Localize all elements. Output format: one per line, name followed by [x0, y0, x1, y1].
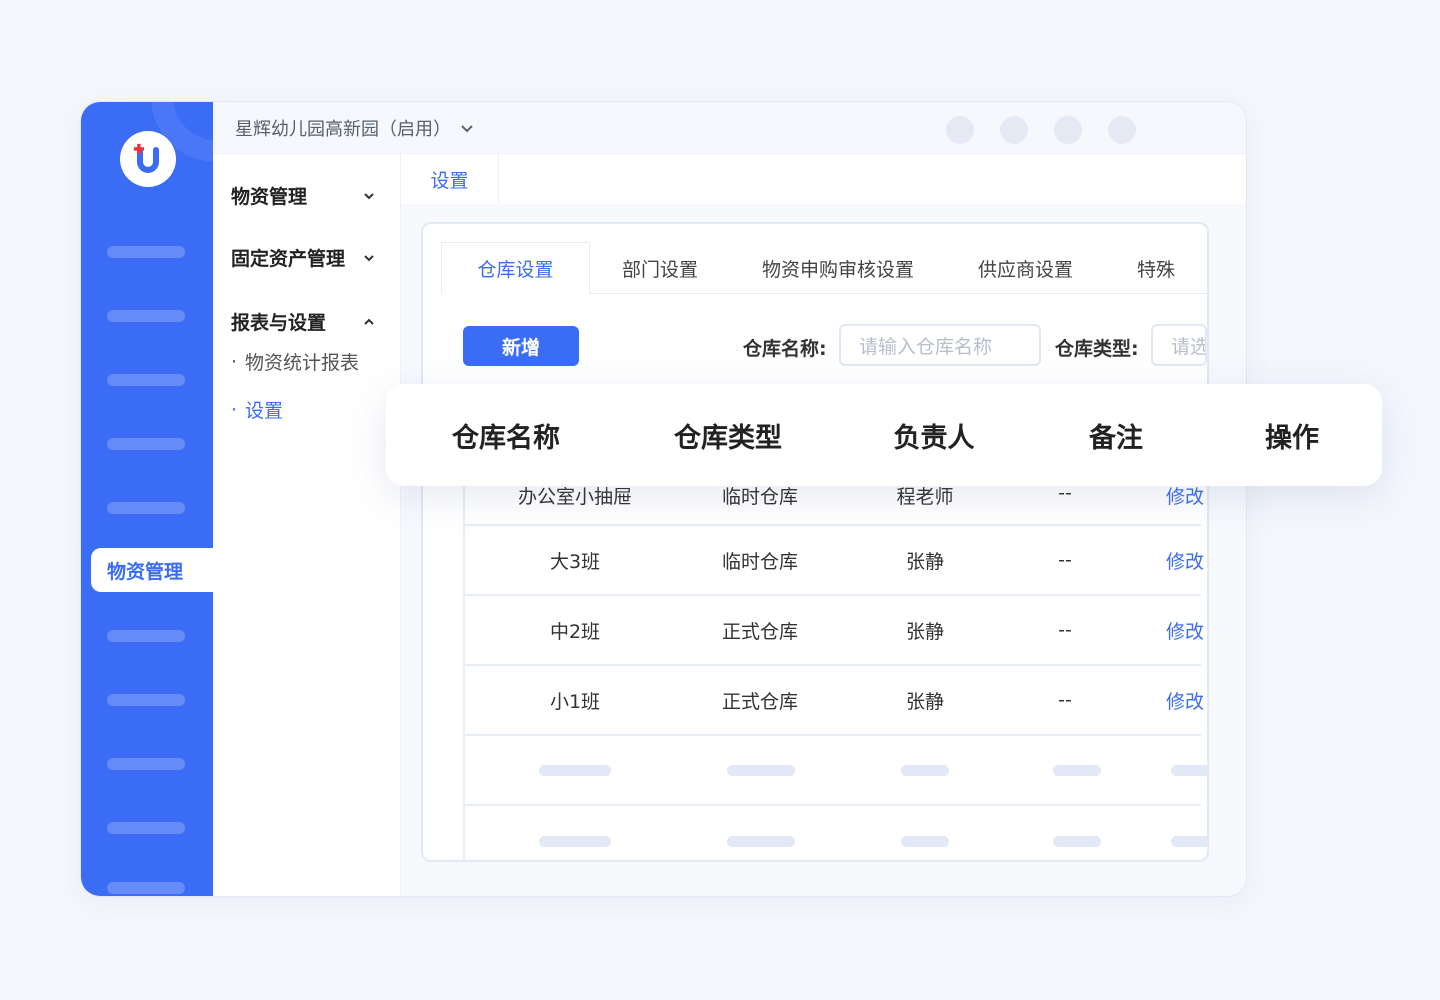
- rail-nav-placeholder[interactable]: [107, 438, 185, 450]
- tab-warehouse-settings[interactable]: 仓库设置: [441, 242, 590, 294]
- cell-owner: 张静: [905, 690, 944, 713]
- toolbar-icon[interactable]: [1108, 116, 1136, 144]
- cell-type: 正式仓库: [721, 620, 798, 643]
- toolbar-icon[interactable]: [1054, 116, 1082, 144]
- skeleton-cell: [723, 806, 799, 860]
- menu-item-settings[interactable]: · 设置: [231, 396, 283, 423]
- table-row-placeholder: [465, 736, 1207, 806]
- filter-name-label: 仓库名称:: [743, 338, 827, 360]
- brand-logo-icon[interactable]: [120, 131, 176, 187]
- tab-department-settings[interactable]: 部门设置: [590, 242, 730, 294]
- rail-item-materials[interactable]: 物资管理: [91, 548, 213, 592]
- rail-nav-placeholder[interactable]: [107, 694, 185, 706]
- table-row: 大3班 临时仓库 张静 -- 修改: [465, 526, 1204, 596]
- main-content: 设置 仓库设置 部门设置 物资申购审核设置 供应商设置 特殊 新增 仓库名称: …: [401, 154, 1246, 896]
- cell-type: 正式仓库: [721, 690, 798, 713]
- menu-group-reports-settings[interactable]: 报表与设置: [231, 308, 376, 335]
- school-name: 星辉幼儿园高新园（启用）: [235, 118, 451, 140]
- cell-note: --: [1058, 549, 1072, 571]
- settings-tabs: 仓库设置 部门设置 物资申购审核设置 供应商设置 特殊: [441, 242, 1207, 294]
- rail-nav-placeholder[interactable]: [107, 246, 185, 258]
- menu-group-materials[interactable]: 物资管理: [231, 182, 376, 209]
- cell-note: --: [1058, 619, 1072, 641]
- edit-link[interactable]: 修改: [1145, 666, 1207, 734]
- tab-special[interactable]: 特殊: [1105, 242, 1207, 294]
- column-header-note[interactable]: 备注: [1066, 384, 1166, 486]
- toolbar-icon[interactable]: [1000, 116, 1028, 144]
- cell-type: 临时仓库: [721, 550, 798, 573]
- rail-nav-placeholder[interactable]: [107, 374, 185, 386]
- rail-nav-placeholder[interactable]: [107, 758, 185, 770]
- menu-group-label: 报表与设置: [231, 312, 327, 334]
- warehouse-name-input[interactable]: 请输入仓库名称: [839, 324, 1041, 366]
- toolbar-icon[interactable]: [946, 116, 974, 144]
- rail-nav-placeholder[interactable]: [107, 822, 185, 834]
- cell-name: 小1班: [549, 690, 601, 713]
- breadcrumb-tab-settings[interactable]: 设置: [401, 154, 499, 204]
- cell-name: 大3班: [549, 550, 601, 573]
- menu-group-label: 物资管理: [231, 186, 308, 208]
- menu-item-stats-report[interactable]: · 物资统计报表: [231, 348, 359, 375]
- cell-owner: 张静: [905, 550, 944, 573]
- chevron-down-icon: [461, 124, 473, 132]
- skeleton-cell: [1165, 806, 1207, 860]
- menu-group-fixed-assets[interactable]: 固定资产管理: [231, 244, 376, 271]
- menu-item-label: 设置: [245, 400, 284, 422]
- skeleton-cell: [723, 736, 799, 804]
- skeleton-cell: [895, 736, 955, 804]
- icon-rail: 物资管理: [81, 102, 213, 896]
- bullet-dot: ·: [231, 398, 238, 421]
- skeleton-cell: [537, 806, 613, 860]
- skeleton-cell: [1047, 806, 1107, 860]
- skeleton-cell: [1165, 736, 1207, 804]
- table-row: 小1班 正式仓库 张静 -- 修改: [465, 666, 1204, 736]
- menu-group-label: 固定资产管理: [231, 248, 346, 270]
- breadcrumb-bar: [499, 154, 1246, 204]
- side-submenu: 物资管理 固定资产管理 报表与设置 · 物资统计报表 · 设置: [213, 154, 401, 896]
- rail-nav-placeholder[interactable]: [107, 882, 185, 894]
- chevron-down-icon: [364, 254, 374, 261]
- table-header-callout: 仓库名称 仓库类型 负责人 备注 操作: [386, 384, 1382, 486]
- rail-nav-placeholder[interactable]: [107, 630, 185, 642]
- warehouse-type-select[interactable]: 请选择: [1151, 324, 1207, 366]
- chevron-up-icon: [364, 318, 374, 325]
- tab-supplier-settings[interactable]: 供应商设置: [946, 242, 1105, 294]
- edit-link[interactable]: 修改: [1145, 526, 1207, 594]
- chevron-down-icon: [364, 192, 374, 199]
- edit-link[interactable]: 修改: [1145, 596, 1207, 664]
- settings-panel: 仓库设置 部门设置 物资申购审核设置 供应商设置 特殊 新增 仓库名称: 请输入…: [421, 222, 1209, 862]
- app-window: 物资管理 星辉幼儿园高新园（启用） 物资管理 固定资产管理 报表与设置 · 物资…: [80, 101, 1247, 897]
- school-switcher[interactable]: 星辉幼儿园高新园（启用）: [235, 115, 475, 141]
- column-header-owner[interactable]: 负责人: [874, 384, 994, 486]
- bullet-dot: ·: [231, 350, 238, 373]
- rail-nav-placeholder[interactable]: [107, 310, 185, 322]
- table-row-placeholder: [465, 806, 1207, 860]
- column-header-name[interactable]: 仓库名称: [426, 384, 586, 486]
- menu-item-label: 物资统计报表: [245, 352, 360, 374]
- rail-nav-placeholder[interactable]: [107, 502, 185, 514]
- cell-note: --: [1058, 689, 1072, 711]
- skeleton-cell: [895, 806, 955, 860]
- tab-purchase-review-settings[interactable]: 物资申购审核设置: [730, 242, 946, 294]
- column-header-type[interactable]: 仓库类型: [648, 384, 808, 486]
- cell-owner: 张静: [905, 620, 944, 643]
- cell-name: 中2班: [549, 620, 601, 643]
- table-row: 中2班 正式仓库 张静 -- 修改: [465, 596, 1204, 666]
- add-button[interactable]: 新增: [463, 326, 579, 366]
- filter-type-label: 仓库类型:: [1055, 338, 1139, 360]
- top-bar: 星辉幼儿园高新园（启用）: [213, 102, 1246, 154]
- column-header-actions[interactable]: 操作: [1242, 384, 1342, 486]
- skeleton-cell: [537, 736, 613, 804]
- skeleton-cell: [1047, 736, 1107, 804]
